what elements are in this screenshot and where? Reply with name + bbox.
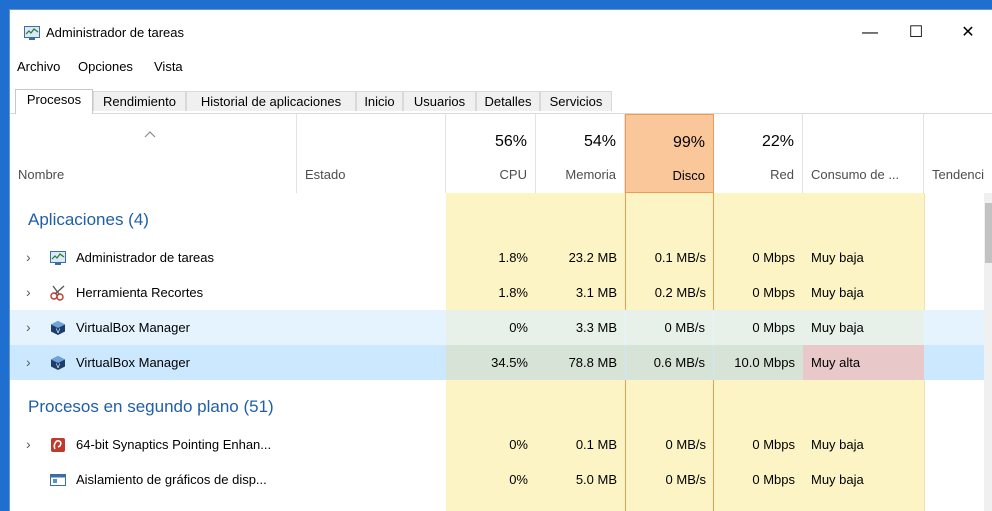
header-consumo[interactable]: Consumo de ...	[803, 114, 924, 193]
memory-value: 3.3 MB	[536, 310, 625, 345]
scrollbar-thumb[interactable]	[985, 203, 992, 263]
network-value: 0 Mbps	[752, 250, 795, 265]
tab-inicio[interactable]: Inicio	[356, 91, 403, 111]
window-title: Administrador de tareas	[46, 25, 185, 40]
minimize-button[interactable]: —	[847, 20, 893, 46]
disk-total: 99%	[672, 134, 705, 151]
network-label: Red	[770, 167, 794, 182]
cpu-value: 0%	[509, 472, 528, 487]
table-row[interactable]: › Herramienta Recortes 1.8% 3.1 MB 0.2 M…	[10, 275, 992, 310]
disk-value: 0 MB/s	[665, 437, 706, 452]
network-value: 0 Mbps	[752, 472, 795, 487]
header-name-label: Nombre	[18, 167, 65, 182]
process-name: Administrador de tareas	[76, 250, 215, 265]
header-nombre[interactable]: Nombre	[10, 114, 297, 193]
tab-rendimiento[interactable]: Rendimiento	[93, 91, 186, 111]
power-value: Muy baja	[803, 310, 924, 345]
maximize-button[interactable]: ☐	[893, 20, 939, 46]
power-label: Consumo de ...	[811, 167, 900, 182]
task-manager-window: Administrador de tareas — ☐ ✕ Archivo Op…	[9, 9, 992, 511]
header-disco[interactable]: 99% Disco	[625, 114, 714, 193]
table-row[interactable]: Aislamiento de gráficos de disp... 0% 5.…	[10, 462, 992, 497]
network-value: 0 Mbps	[752, 285, 795, 300]
disk-label: Disco	[672, 168, 705, 183]
header-cpu[interactable]: 56% CPU	[446, 114, 536, 193]
disk-value: 0.1 MB/s	[654, 250, 706, 265]
tab-historial[interactable]: Historial de aplicaciones	[186, 91, 356, 111]
table-row[interactable]: › V VirtualBox Manager 0% 3.3 MB 0 MB/s …	[10, 310, 992, 345]
group-apps-label: Aplicaciones (4)	[28, 210, 149, 229]
table-row[interactable]: › 64-bit Synaptics Pointing Enhan... 0% …	[10, 427, 992, 462]
process-name: VirtualBox Manager	[76, 355, 190, 370]
power-value: Muy baja	[811, 437, 864, 452]
tab-usuarios[interactable]: Usuarios	[403, 91, 476, 111]
cpu-value: 1.8%	[498, 285, 528, 300]
virtualbox-icon: V	[51, 321, 65, 335]
process-name: VirtualBox Manager	[76, 320, 190, 335]
disk-value: 0 MB/s	[626, 310, 713, 345]
task-manager-icon	[50, 251, 66, 265]
cpu-value: 1.8%	[498, 250, 528, 265]
cpu-value: 0%	[446, 310, 536, 345]
memory-value: 78.8 MB	[536, 345, 625, 380]
tab-servicios[interactable]: Servicios	[540, 91, 612, 111]
trend-label: Tendenci	[932, 167, 985, 182]
cpu-label: CPU	[499, 167, 527, 182]
close-button[interactable]: ✕	[945, 20, 991, 46]
memory-label: Memoria	[565, 167, 616, 182]
memory-value: 23.2 MB	[568, 250, 617, 265]
disk-value: 0.6 MB/s	[626, 345, 713, 380]
expand-chevron-icon[interactable]: ›	[26, 345, 36, 380]
expand-chevron-icon[interactable]: ›	[26, 275, 36, 310]
menu-archivo[interactable]: Archivo	[17, 59, 60, 74]
disk-value: 0 MB/s	[665, 472, 706, 487]
virtualbox-icon: V	[51, 356, 65, 370]
snipping-tool-icon	[50, 285, 65, 301]
expand-chevron-icon[interactable]: ›	[26, 310, 36, 345]
process-name: Herramienta Recortes	[76, 285, 204, 300]
table-row[interactable]: › Administrador de tareas 1.8% 23.2 MB 0…	[10, 240, 992, 275]
service-window-icon	[50, 474, 66, 486]
tab-detalles[interactable]: Detalles	[476, 91, 540, 111]
power-value: Muy baja	[811, 250, 864, 265]
title-bar[interactable]: Administrador de tareas — ☐ ✕	[10, 10, 992, 54]
menu-opciones[interactable]: Opciones	[78, 59, 133, 74]
synaptics-icon	[51, 438, 65, 452]
header-tendencia[interactable]: Tendenci	[924, 114, 992, 193]
network-total: 22%	[761, 133, 794, 150]
task-manager-icon	[24, 26, 40, 40]
group-header-apps[interactable]: Aplicaciones (4)	[10, 205, 992, 240]
table-row[interactable]: › V VirtualBox Manager 34.5% 78.8 MB 0.6…	[10, 345, 992, 380]
header-status-label: Estado	[305, 167, 346, 182]
network-value: 0 Mbps	[714, 310, 803, 345]
memory-value: 3.1 MB	[575, 285, 617, 300]
network-value: 10.0 Mbps	[714, 345, 803, 380]
expand-chevron-icon[interactable]: ›	[26, 240, 36, 275]
tab-strip: Procesos Rendimiento Historial de aplica…	[10, 89, 992, 114]
process-grid: Nombre Estado 56% CPU 54% Memoria 99% Di…	[10, 114, 992, 511]
header-red[interactable]: 22% Red	[714, 114, 803, 193]
cpu-total: 56%	[494, 133, 527, 150]
header-estado[interactable]: Estado	[297, 114, 446, 193]
group-header-background[interactable]: Procesos en segundo plano (51)	[10, 392, 992, 427]
network-value: 0 Mbps	[752, 437, 795, 452]
memory-value: 0.1 MB	[575, 437, 617, 452]
cpu-value: 0%	[509, 437, 528, 452]
menu-vista[interactable]: Vista	[154, 59, 183, 74]
memory-total: 54%	[583, 133, 616, 150]
expand-chevron-icon[interactable]: ›	[26, 427, 36, 462]
vertical-scrollbar[interactable]	[984, 193, 992, 511]
process-name: Aislamiento de gráficos de disp...	[76, 472, 267, 487]
disk-value: 0.2 MB/s	[654, 285, 706, 300]
cpu-value: 34.5%	[446, 345, 536, 380]
power-value: Muy baja	[811, 285, 864, 300]
sort-up-icon	[144, 131, 156, 138]
process-name: 64-bit Synaptics Pointing Enhan...	[76, 437, 272, 452]
tab-procesos[interactable]: Procesos	[15, 89, 93, 114]
group-background-label: Procesos en segundo plano (51)	[28, 397, 274, 416]
power-value: Muy alta	[803, 345, 924, 380]
memory-value: 5.0 MB	[575, 472, 617, 487]
header-memoria[interactable]: 54% Memoria	[536, 114, 625, 193]
power-value: Muy baja	[811, 472, 864, 487]
